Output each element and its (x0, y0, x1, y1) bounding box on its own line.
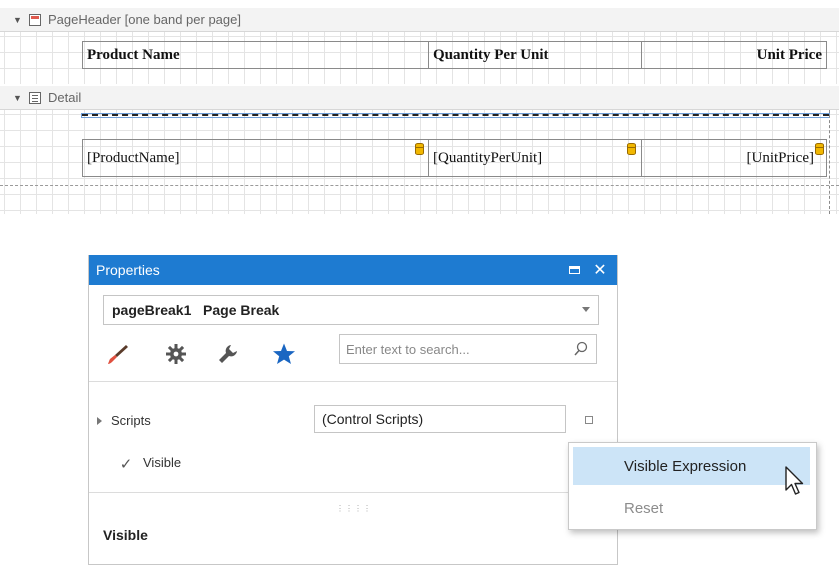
splitter-grip[interactable]: ⋮⋮⋮⋮ (336, 504, 372, 513)
page-header-band-area[interactable]: Product Name Quantity Per Unit Unit Pric… (0, 32, 839, 84)
header-cell-product-name[interactable]: Product Name (82, 41, 429, 69)
property-search-box[interactable] (339, 334, 597, 364)
property-value-scripts[interactable]: (Control Scripts) (314, 405, 566, 433)
expand-arrow-icon[interactable] (97, 417, 102, 425)
maximize-icon (568, 266, 580, 274)
chevron-down-icon (582, 307, 590, 312)
collapse-arrow-icon[interactable]: ▼ (13, 15, 25, 25)
page-header-band-strip[interactable]: ▼ PageHeader [one band per page] (0, 8, 839, 32)
property-row-visible[interactable]: ✓ Visible (89, 447, 617, 479)
maximize-button[interactable] (565, 261, 583, 279)
page-break-line (82, 114, 829, 116)
search-icon[interactable] (574, 341, 588, 357)
properties-title: Properties (96, 262, 160, 278)
menu-item-label: Visible Expression (624, 457, 747, 475)
property-menu-button[interactable] (585, 416, 593, 424)
tab-behavior[interactable] (163, 341, 189, 367)
tab-appearance[interactable] (105, 341, 131, 367)
search-input[interactable] (344, 340, 568, 358)
description-title: Visible (103, 527, 148, 543)
menu-item-reset[interactable]: Reset (573, 489, 810, 527)
visible-checkbox[interactable]: ✓ (117, 455, 135, 473)
context-menu: Visible Expression Reset (568, 442, 817, 530)
menu-item-label: Reset (624, 499, 664, 517)
description-separator (89, 492, 617, 493)
menu-item-visible-expression[interactable]: Visible Expression (573, 447, 810, 485)
database-icon (415, 143, 424, 155)
close-button[interactable]: ✕ (591, 261, 609, 279)
object-selector[interactable]: pageBreak1 Page Break (103, 295, 599, 325)
collapse-arrow-icon[interactable]: ▼ (13, 93, 25, 103)
header-cell-quantity-per-unit[interactable]: Quantity Per Unit (428, 41, 642, 69)
detail-band-strip[interactable]: ▼ Detail (0, 86, 839, 110)
tab-data[interactable] (215, 341, 241, 367)
properties-panel: Properties ✕ pageBreak1 Page Break Enter… (88, 255, 618, 565)
page-header-band-icon (29, 13, 41, 26)
detail-cell-unit-price[interactable]: [UnitPrice] (641, 139, 827, 177)
property-name-visible: Visible (143, 455, 182, 470)
paintbrush-icon (108, 345, 128, 364)
page-header-band-label: PageHeader [one band per page] (48, 12, 241, 27)
property-row-scripts[interactable]: Scripts (Control Scripts) (89, 405, 617, 437)
tab-favorites[interactable] (271, 341, 297, 367)
detail-band-label: Detail (48, 90, 82, 105)
database-icon (815, 143, 824, 155)
page-margin-line (829, 110, 830, 214)
detail-cell-product-name[interactable]: [ProductName] (82, 139, 429, 177)
properties-title-bar: Properties ✕ (89, 255, 617, 285)
detail-band-icon (29, 91, 41, 104)
close-icon: ✕ (593, 262, 607, 279)
mouse-cursor-icon (785, 466, 804, 495)
toolbar-separator (89, 381, 617, 382)
object-selector-value: pageBreak1 Page Break (112, 302, 280, 318)
star-icon (273, 343, 295, 364)
detail-cell-quantity-per-unit[interactable]: [QuantityPerUnit] (428, 139, 642, 177)
detail-band-area[interactable]: [ProductName] [QuantityPerUnit] [UnitPri… (0, 110, 839, 214)
gear-icon (166, 344, 186, 364)
header-cell-unit-price[interactable]: Unit Price (641, 41, 827, 69)
band-bottom-dashed-line (0, 185, 839, 186)
property-name-scripts: Scripts (111, 413, 151, 428)
wrench-icon (219, 345, 237, 363)
database-icon (627, 143, 636, 155)
